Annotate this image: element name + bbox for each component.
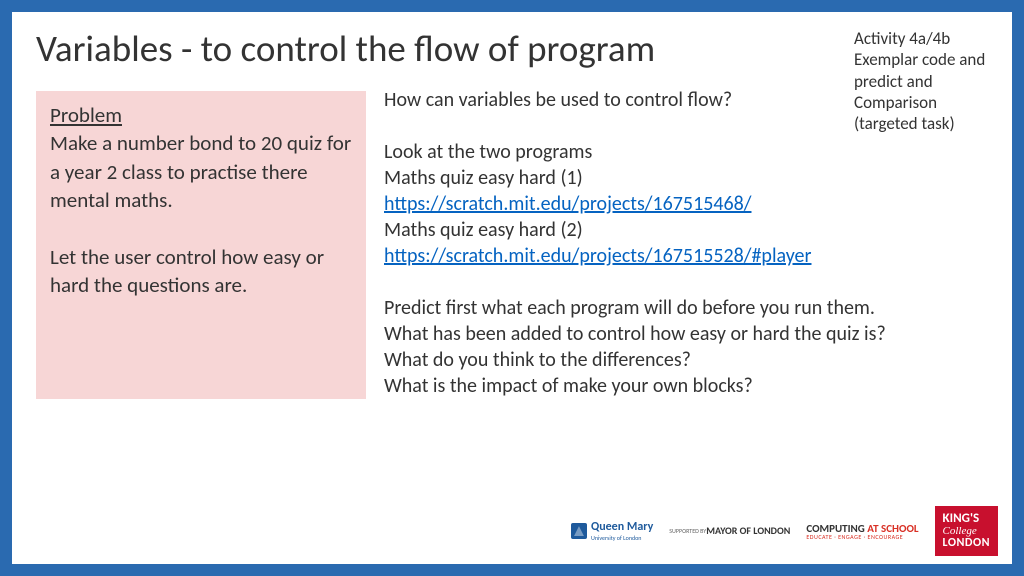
mayor-text: MAYOR OF LONDON bbox=[706, 526, 790, 536]
slide-container: Variables - to control the flow of progr… bbox=[12, 12, 1012, 564]
predict-line3: What do you think to the differences? bbox=[384, 347, 889, 373]
queen-mary-logo: Queen Mary University of London bbox=[571, 520, 653, 542]
predict-line1: Predict first what each program will do … bbox=[384, 295, 889, 321]
problem-para2: Let the user control how easy or hard th… bbox=[50, 243, 352, 300]
crest-icon bbox=[571, 523, 587, 539]
mayor-logo: SUPPORTED BY MAYOR OF LONDON bbox=[669, 526, 790, 536]
qm-text: Queen Mary bbox=[591, 520, 653, 534]
kcl-london: LONDON bbox=[943, 536, 990, 550]
predict-line4: What is the impact of make your own bloc… bbox=[384, 373, 889, 399]
content-row: Problem Make a number bond to 20 quiz fo… bbox=[36, 91, 988, 399]
question-flow: How can variables be used to control flo… bbox=[384, 87, 889, 113]
problem-box: Problem Make a number bond to 20 quiz fo… bbox=[36, 91, 366, 399]
cas-sub: EDUCATE · ENGAGE · ENCOURAGE bbox=[806, 534, 918, 540]
slide-title: Variables - to control the flow of progr… bbox=[36, 26, 988, 71]
footer-logos: Queen Mary University of London SUPPORTE… bbox=[571, 506, 998, 556]
quiz1-label: Maths quiz easy hard (1) bbox=[384, 165, 889, 191]
predict-line2: What has been added to control how easy … bbox=[384, 321, 889, 347]
kcl-college: College bbox=[943, 525, 977, 537]
mayor-sup: SUPPORTED BY bbox=[669, 528, 706, 534]
quiz2-label: Maths quiz easy hard (2) bbox=[384, 217, 889, 243]
cas-logo: COMPUTING AT SCHOOL EDUCATE · ENGAGE · E… bbox=[806, 523, 918, 540]
quiz1-link[interactable]: https://scratch.mit.edu/projects/1675154… bbox=[384, 192, 751, 216]
problem-para1: Make a number bond to 20 quiz for a year… bbox=[50, 129, 352, 214]
qm-sub: University of London bbox=[591, 534, 653, 542]
look-intro: Look at the two programs bbox=[384, 139, 889, 165]
main-text: How can variables be used to control flo… bbox=[384, 87, 889, 399]
problem-heading: Problem bbox=[50, 101, 352, 129]
kcl-logo: KING'S College LONDON bbox=[935, 506, 998, 556]
activity-note: Activity 4a/4b Exemplar code and predict… bbox=[854, 28, 994, 134]
quiz2-link[interactable]: https://scratch.mit.edu/projects/1675155… bbox=[384, 244, 811, 268]
